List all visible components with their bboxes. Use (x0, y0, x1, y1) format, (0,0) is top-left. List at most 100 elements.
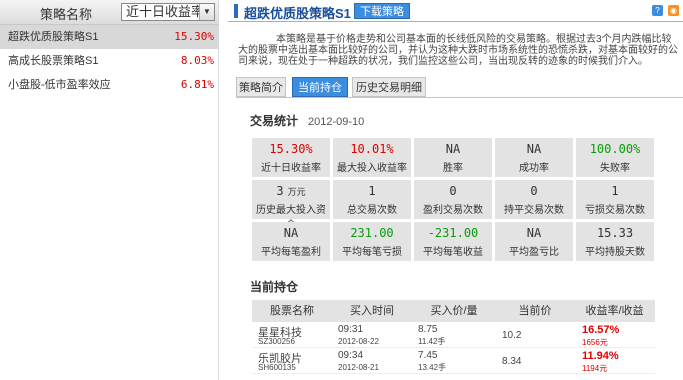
help-icon[interactable]: ? (652, 5, 663, 16)
stat-value-text: NA (445, 142, 461, 156)
holdings-title: 当前持仓 (250, 280, 299, 294)
stat-cell: 1 亏损交易次数 (576, 180, 654, 219)
title-accent-bar (234, 4, 238, 18)
stat-cell: 0 盈利交易次数 (414, 180, 492, 219)
buy-time: 09:34 (338, 350, 364, 361)
sidebar-item-value: 15.30% (174, 30, 214, 43)
stat-value-text: 100.00% (589, 142, 641, 156)
stat-label: 平均盈亏比 (509, 247, 559, 258)
buy-date: 2012-08-21 (338, 363, 379, 372)
sidebar-header: 策略名称 近十日收益率 ▼ (0, 0, 218, 25)
stat-value: NA (414, 142, 492, 156)
sidebar-item-label: 小盘股-低市盈率效应 (8, 79, 111, 91)
stat-value: 0 (495, 184, 573, 198)
stat-value-text: 15.33 (596, 226, 634, 240)
stat-value: 15.33 (576, 226, 654, 240)
stat-cell: NA 胜率 (414, 138, 492, 177)
buy-date: 2012-08-22 (338, 337, 379, 346)
stat-cell: 15.30% 近十日收益率 (252, 138, 330, 177)
table-row[interactable]: 星星科技 SZ300256 09:31 2012-08-22 8.75 11.4… (252, 322, 655, 348)
sort-select[interactable]: 近十日收益率 ▼ (121, 3, 215, 21)
stat-cell: 0 持平交易次数 (495, 180, 573, 219)
stat-value: NA (495, 226, 573, 240)
buy-price: 8.75 (418, 324, 438, 335)
current-price: 8.34 (502, 356, 522, 367)
stat-value: NA (495, 142, 573, 156)
stat-value-text: 0 (530, 184, 538, 198)
stat-value-text: 3 (276, 184, 284, 198)
stat-label: 盈利交易次数 (423, 205, 483, 216)
rss-icon[interactable]: ◉ (668, 5, 679, 16)
tab-intro[interactable]: 策略简介 (236, 77, 286, 97)
sidebar-item-strategy[interactable]: 小盘股-低市盈率效应 6.81% (0, 73, 218, 97)
stock-code: SH600135 (258, 363, 296, 372)
stat-cell: 15.33 平均持股天数 (576, 222, 654, 261)
sidebar-item-value: 6.81% (180, 78, 214, 91)
stat-value-text: 231.00 (350, 226, 394, 240)
stat-value: 10.01% (333, 142, 411, 156)
stat-cell: 231.00 平均每笔亏损 (333, 222, 411, 261)
stat-value: 1 (576, 184, 654, 198)
stat-label: 平均每笔盈利 (261, 247, 321, 258)
stat-label: 平均每笔亏损 (342, 247, 402, 258)
return-rate: 11.94% (582, 350, 619, 362)
sidebar-item-value: 8.03% (180, 54, 214, 67)
strategy-sidebar: 策略名称 近十日收益率 ▼ 超跌优质股策略S1 15.30% 高成长股票策略S1… (0, 0, 219, 380)
stat-value-text: 1 (368, 184, 376, 198)
download-strategy-button[interactable]: 下载策略 (354, 3, 410, 19)
stat-cell: NA 成功率 (495, 138, 573, 177)
column-header: 买入时间 (350, 305, 394, 317)
buy-price: 7.45 (418, 350, 438, 361)
stat-cell: NA 平均每笔盈利 (252, 222, 330, 261)
buy-qty: 13.42手 (418, 363, 447, 372)
stat-cell: 10.01% 最大投入收益率 (333, 138, 411, 177)
stat-cell: 3万元历史最大投入资金 (252, 180, 330, 231)
stat-value: 3 万元 (252, 184, 330, 198)
stat-value: -231.00 (414, 226, 492, 240)
strategy-name-header: 策略名称 (40, 7, 93, 22)
stat-label: 总交易次数 (347, 205, 397, 216)
return-gain: 1194元 (582, 364, 608, 373)
stat-value-text: 10.01% (350, 142, 394, 156)
column-header: 买入价/量 (430, 305, 478, 317)
holdings-table: 股票名称 买入时间 买入价/量 当前价 收益率/收益 星星科技 SZ300256… (252, 300, 655, 374)
strategy-description: 本策略是基于价格走势和公司基本面的长线低风险的交易策略。根据过去3个月内跌幅比较… (238, 34, 678, 67)
stat-value: 100.00% (576, 142, 654, 156)
strategy-detail: 超跌优质股策略S1 下载策略 ? ◉ 本策略是基于价格走势和公司基本面的长线低风… (228, 0, 683, 380)
sidebar-item-label: 高成长股票策略S1 (8, 55, 99, 67)
stat-label: 胜率 (443, 163, 463, 174)
stat-label: 亏损交易次数 (585, 205, 645, 216)
buy-qty: 11.42手 (418, 337, 446, 346)
column-header: 当前价 (518, 305, 552, 317)
stat-label: 最大投入收益率 (337, 163, 407, 174)
stat-value-text: -231.00 (427, 226, 479, 240)
holdings-content: 交易统计 2012-09-10 15.30% 近十日收益率 10.01% 最大投入收益率… (236, 97, 683, 380)
chevron-down-icon[interactable]: ▼ (199, 4, 214, 20)
stat-cell: 100.00% 失败率 (576, 138, 654, 177)
stat-label: 持平交易次数 (504, 205, 564, 216)
tab-trade-history[interactable]: 历史交易明细 (352, 77, 426, 97)
stock-code: SZ300256 (258, 337, 295, 346)
buy-time: 09:31 (338, 324, 364, 335)
stats-date: 2012-09-10 (308, 116, 365, 128)
stat-value-text: NA (283, 226, 299, 240)
stat-value: 0 (414, 184, 492, 198)
tab-current-holdings[interactable]: 当前持仓 (292, 77, 348, 97)
sidebar-item-strategy[interactable]: 超跌优质股策略S1 15.30% (0, 25, 218, 49)
column-header: 股票名称 (270, 305, 314, 317)
sort-select-value: 近十日收益率 (126, 4, 205, 19)
stat-label: 平均每笔收益 (423, 247, 483, 258)
sidebar-item-strategy[interactable]: 高成长股票策略S1 8.03% (0, 49, 218, 73)
stat-value-text: 0 (449, 184, 457, 198)
stat-label: 成功率 (519, 163, 549, 174)
stat-value-text: 15.30% (269, 142, 313, 156)
detail-header: 超跌优质股策略S1 下载策略 ? ◉ (228, 0, 683, 22)
stat-cell: NA 平均盈亏比 (495, 222, 573, 261)
stat-value: 1 (333, 184, 411, 198)
stat-label: 平均持股天数 (585, 247, 645, 258)
stat-value: 15.30% (252, 142, 330, 156)
stat-label: 失败率 (600, 163, 630, 174)
stat-value: 231.00 (333, 226, 411, 240)
table-row[interactable]: 乐凯胶片 SH600135 09:34 2012-08-21 7.45 13.4… (252, 348, 655, 374)
stat-value: NA (252, 226, 330, 240)
